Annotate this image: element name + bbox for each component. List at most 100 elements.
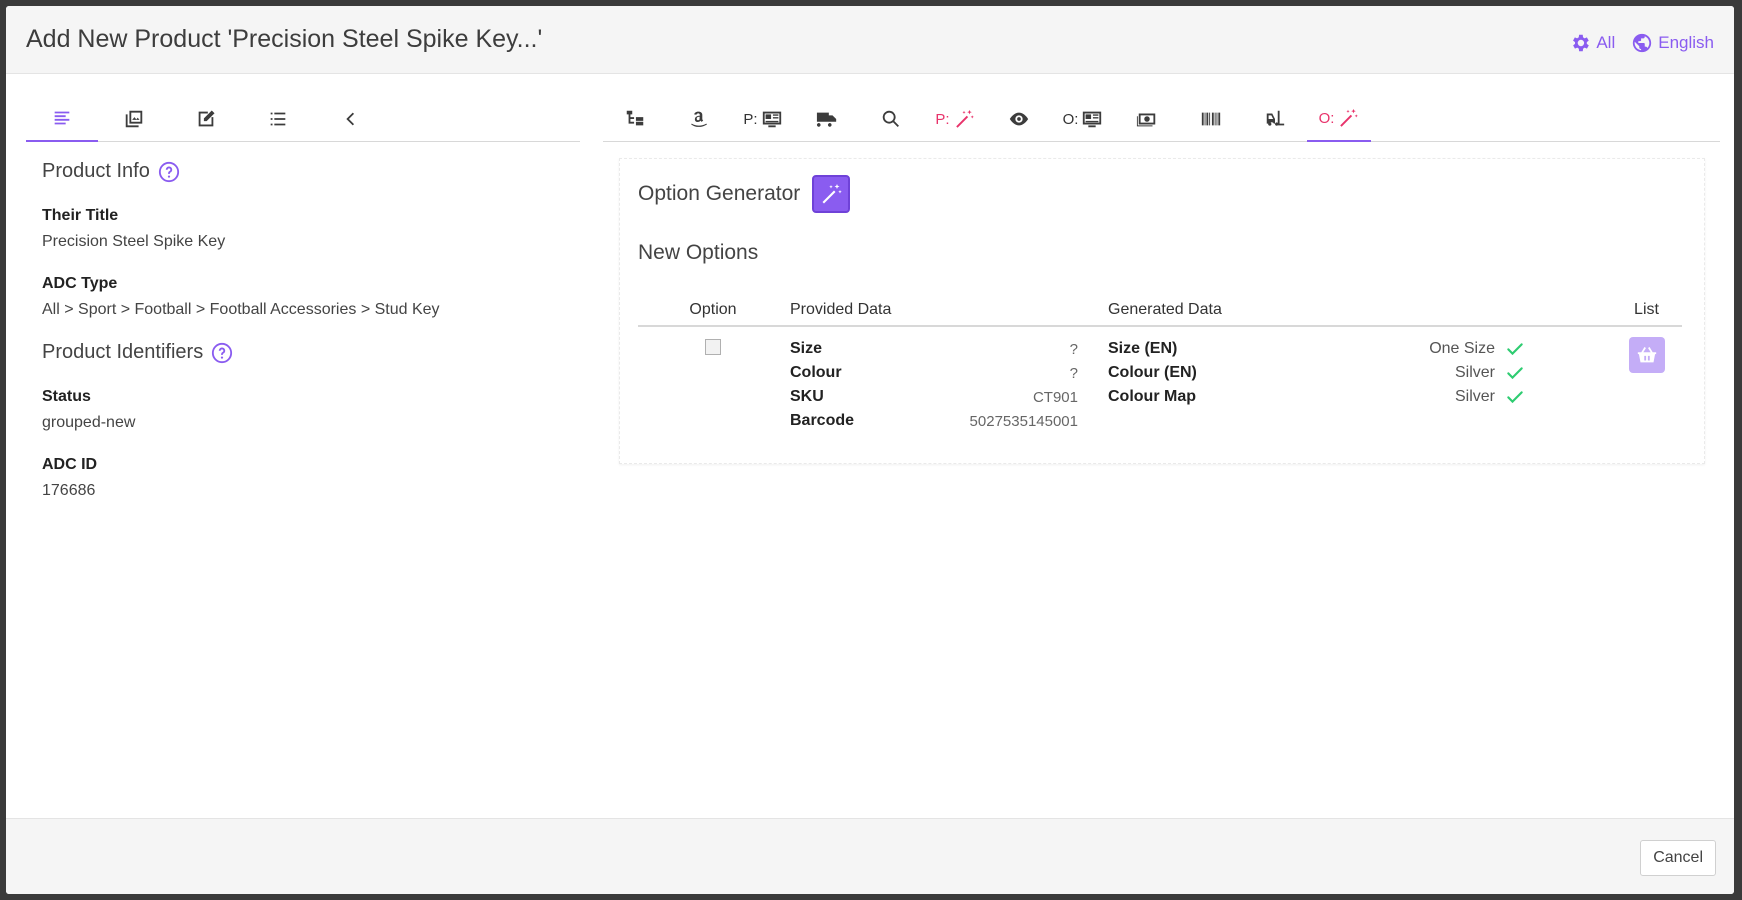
tab-category-tree[interactable]: [603, 96, 667, 142]
search-icon: [882, 110, 899, 127]
adc-type-field: ADC Type All > Sport > Football > Footba…: [42, 275, 580, 319]
tab-warehouse[interactable]: [1243, 96, 1307, 142]
gear-icon: [1573, 34, 1590, 52]
product-identifiers-heading: Product Identifiers: [42, 341, 580, 364]
provided-value: 5027535145001: [969, 412, 1078, 430]
field-label: Status: [42, 388, 91, 405]
tab-product-info[interactable]: [26, 96, 98, 142]
right-tab-bar: P: P: O: O:: [603, 96, 1720, 142]
check-icon: [1507, 391, 1523, 404]
provided-row: SKU CT901: [790, 385, 1078, 409]
help-icon[interactable]: [158, 161, 180, 183]
align-left-icon: [54, 111, 70, 125]
list-option-button[interactable]: [1628, 337, 1665, 373]
listing-card-icon: [1083, 111, 1102, 128]
tab-edit[interactable]: [170, 96, 242, 142]
eye-icon: [1009, 112, 1029, 126]
add-product-modal: Add New Product 'Precision Steel Spike K…: [6, 6, 1734, 894]
provided-key: Barcode: [790, 412, 855, 429]
category-tree-icon: [626, 110, 644, 126]
generated-value-wrap: One Size: [1429, 339, 1525, 359]
table-row: Size ? Colour ? SKU CT901 Barcode 502753…: [638, 327, 1682, 433]
their-title-field: Their Title Precision Steel Spike Key: [42, 207, 580, 251]
magic-wand-icon: [955, 109, 974, 128]
field-label: ADC ID: [42, 456, 98, 473]
cancel-button[interactable]: Cancel: [1640, 840, 1716, 876]
field-value: Precision Steel Spike Key: [42, 233, 226, 250]
generated-value: Silver: [1454, 388, 1495, 405]
generated-key: Size (EN): [1108, 340, 1178, 357]
product-identifiers-title: Product Identifiers: [42, 341, 204, 363]
left-tab-bar: [26, 96, 580, 142]
money-icon: [1136, 113, 1156, 127]
tab-prefix: P:: [935, 110, 950, 128]
tab-amazon[interactable]: [667, 96, 731, 142]
status-field: Status grouped-new: [42, 388, 580, 432]
basket-icon: [1637, 347, 1656, 363]
field-value: All > Sport > Football > Football Access…: [42, 301, 440, 318]
product-info-heading: Product Info: [42, 160, 580, 183]
help-icon[interactable]: [211, 342, 233, 364]
generated-key: Colour Map: [1108, 388, 1196, 405]
generated-value: Silver: [1454, 364, 1495, 381]
tab-shipping[interactable]: [795, 96, 859, 142]
image-gallery-icon: [125, 110, 143, 128]
field-value: 176686: [42, 482, 96, 499]
tab-search[interactable]: [859, 96, 923, 142]
generated-key: Colour (EN): [1108, 364, 1197, 381]
truck-icon: [816, 112, 837, 127]
language-link[interactable]: English: [1631, 32, 1714, 54]
provided-row: Barcode 5027535145001: [790, 409, 1078, 433]
product-info-title: Product Info: [42, 160, 150, 182]
tab-pricing[interactable]: [1115, 96, 1179, 142]
generate-options-button[interactable]: [812, 175, 851, 213]
generated-value: One Size: [1429, 340, 1495, 357]
tab-option-generator[interactable]: O:: [1307, 96, 1371, 142]
tab-product-listing[interactable]: P:: [731, 96, 795, 142]
generated-value-wrap: Silver: [1455, 363, 1525, 383]
provided-value: CT901: [1032, 388, 1078, 406]
language-label: English: [1658, 33, 1714, 52]
list-cell: [1611, 337, 1682, 433]
tab-product-generator[interactable]: P:: [923, 96, 987, 142]
provided-value: ?: [1069, 364, 1078, 382]
column-header-generated: Generated Data: [1108, 301, 1222, 318]
check-icon: [1507, 343, 1523, 356]
option-cell: [638, 337, 788, 433]
field-value: grouped-new: [42, 414, 136, 431]
check-icon: [1507, 367, 1523, 380]
tab-barcodes[interactable]: [1179, 96, 1243, 142]
option-generator-card: Option Generator New Options Option Prov…: [619, 158, 1705, 464]
option-generator-title: Option Generator: [638, 182, 801, 205]
option-image: [705, 339, 721, 355]
tab-option-listing[interactable]: O:: [1051, 96, 1115, 142]
tab-prefix: P:: [743, 110, 758, 128]
tab-list[interactable]: [242, 96, 314, 142]
adc-id-field: ADC ID 176686: [42, 456, 580, 500]
tab-prefix: O:: [1062, 110, 1079, 128]
provided-key: Size: [790, 340, 823, 357]
edit-icon: [198, 110, 215, 127]
all-label: All: [1596, 33, 1616, 52]
tab-collapse[interactable]: [314, 96, 386, 142]
amazon-icon: [691, 111, 708, 127]
magic-wand-icon: [822, 184, 842, 204]
modal-footer: Cancel: [6, 818, 1734, 894]
provided-row: Size ?: [790, 337, 1078, 361]
generated-data-cell: Size (EN) One Size Colour (EN) Silver Co…: [1106, 337, 1611, 433]
tab-preview[interactable]: [987, 96, 1051, 142]
modal-title: Add New Product 'Precision Steel Spike K…: [26, 25, 543, 53]
provided-key: SKU: [790, 388, 824, 405]
modal-header: Add New Product 'Precision Steel Spike K…: [6, 6, 1734, 74]
new-options-title: New Options: [638, 241, 759, 264]
new-options-table: Option Provided Data Generated Data List…: [638, 295, 1682, 433]
provided-key: Colour: [790, 364, 842, 381]
column-header-provided: Provided Data: [790, 301, 892, 318]
globe-icon: [1633, 33, 1652, 53]
generated-row: Size (EN) One Size: [1108, 337, 1525, 361]
field-label: ADC Type: [42, 275, 118, 292]
generated-value-wrap: Silver: [1455, 387, 1525, 407]
tab-images[interactable]: [98, 96, 170, 142]
all-settings-link[interactable]: All: [1569, 32, 1615, 54]
field-label: Their Title: [42, 207, 119, 224]
